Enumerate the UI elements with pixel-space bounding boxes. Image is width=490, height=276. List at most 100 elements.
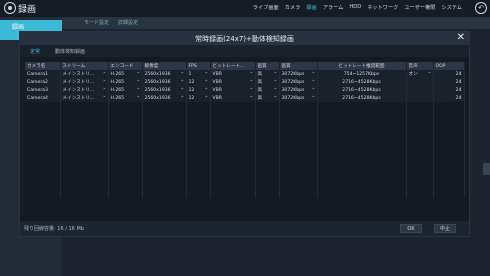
bitrate-select[interactable]: 3072Kbps bbox=[279, 78, 318, 86]
col-resolution: 解像度 bbox=[142, 62, 187, 70]
resolution-select[interactable]: 2560x1936 bbox=[142, 78, 187, 86]
resolution-select[interactable]: 2560x1936 bbox=[142, 86, 187, 94]
subtab-mode[interactable]: モード設定 bbox=[84, 19, 109, 26]
bitrate-select[interactable]: 3072Kbps bbox=[279, 70, 318, 78]
bitrate-type-select[interactable]: VBR bbox=[210, 78, 256, 86]
oop-value: 24 bbox=[433, 94, 465, 102]
empty-row bbox=[25, 110, 465, 118]
subtab-advanced[interactable]: 詳細設定 bbox=[118, 19, 138, 26]
quality-select[interactable]: 高 bbox=[255, 70, 280, 78]
bitrate-select[interactable]: 3072Kbps bbox=[279, 86, 318, 94]
bitrate-type-select[interactable]: VBR bbox=[210, 70, 256, 78]
empty-row bbox=[25, 174, 465, 182]
empty-row bbox=[25, 142, 465, 150]
app-title: 録画 bbox=[18, 5, 37, 15]
empty-row bbox=[25, 102, 465, 110]
col-fps: FPS bbox=[186, 62, 211, 70]
menu-item-hdd[interactable]: HDD bbox=[349, 4, 361, 11]
quality-select[interactable]: 高 bbox=[255, 86, 280, 94]
dialog-title: 常時録画(24x7)+動体検知録画 bbox=[195, 35, 294, 43]
oop-value: 24 bbox=[433, 86, 465, 94]
resolution-select[interactable]: 2560x1936 bbox=[142, 70, 187, 78]
subtab-bar: モード設定 詳細設定 bbox=[62, 17, 490, 29]
dialog-header: 常時録画(24x7)+動体検知録画 ✕ bbox=[20, 32, 469, 45]
bitrate-select[interactable]: 3072Kbps bbox=[279, 94, 318, 102]
oop-value: 24 bbox=[433, 78, 465, 86]
fps-select[interactable]: 1 bbox=[186, 70, 211, 78]
top-bar: 録画 ライブ画面 カメラ 録画 アラーム HDD ネットワーク ユーザー権限 シ… bbox=[0, 0, 490, 17]
quality-select[interactable]: 高 bbox=[255, 94, 280, 102]
cancel-button[interactable]: 中止 bbox=[434, 224, 456, 233]
stream-select[interactable]: メインストリ... bbox=[60, 78, 109, 86]
main-menu: ライブ画面 カメラ 録画 アラーム HDD ネットワーク ユーザー権限 システム bbox=[253, 4, 462, 11]
col-camera: カメラ名 bbox=[25, 62, 61, 70]
col-bitrate-type: ビットレート... bbox=[210, 62, 256, 70]
dialog-tabs: 定常 動体検知録画 bbox=[20, 45, 469, 57]
table-row: Camera2 メインストリ... H.265 2560x1936 12 VBR… bbox=[25, 78, 465, 86]
table-row: Camera4 メインストリ... H.265 2560x1936 12 VBR… bbox=[25, 94, 465, 102]
col-quality: 画質 bbox=[255, 62, 280, 70]
fps-select[interactable]: 12 bbox=[186, 94, 211, 102]
back-icon[interactable]: ↶ bbox=[475, 2, 487, 14]
close-icon[interactable]: ✕ bbox=[457, 32, 465, 44]
col-encode: エンコード bbox=[108, 62, 143, 70]
menu-item-network[interactable]: ネットワーク bbox=[367, 4, 398, 11]
quality-select[interactable]: 高 bbox=[255, 78, 280, 86]
empty-row bbox=[25, 166, 465, 174]
table-row: Camera3 メインストリ... H.265 2560x1936 12 VBR… bbox=[25, 86, 465, 94]
menu-item-system[interactable]: システム bbox=[441, 4, 462, 11]
encode-select[interactable]: H.265 bbox=[108, 70, 143, 78]
encode-select[interactable]: H.265 bbox=[108, 94, 143, 102]
menu-item-camera[interactable]: カメラ bbox=[285, 4, 301, 11]
encode-select[interactable]: H.265 bbox=[108, 86, 143, 94]
empty-row bbox=[25, 150, 465, 158]
menu-item-alarm[interactable]: アラーム bbox=[323, 4, 344, 11]
menu-item-user[interactable]: ユーザー権限 bbox=[404, 4, 435, 11]
audio-select[interactable] bbox=[406, 94, 434, 102]
empty-row bbox=[25, 134, 465, 142]
bitrate-type-select[interactable]: VBR bbox=[210, 94, 256, 102]
col-bitrate: 画質 bbox=[279, 62, 318, 70]
audio-select[interactable]: オン bbox=[406, 70, 434, 78]
col-audio: 音声 bbox=[406, 62, 434, 70]
camera-name: Camera2 bbox=[25, 78, 61, 86]
bitrate-range: 2716~4528Kbps bbox=[317, 86, 407, 94]
resolution-select[interactable]: 2560x1936 bbox=[142, 94, 187, 102]
camera-name: Camera3 bbox=[25, 86, 61, 94]
camera-name: Camera1 bbox=[25, 70, 61, 78]
oop-value: 24 bbox=[433, 70, 465, 78]
empty-row bbox=[25, 182, 465, 190]
empty-row bbox=[25, 118, 465, 126]
encode-select[interactable]: H.265 bbox=[108, 78, 143, 86]
menu-item-record[interactable]: 録画 bbox=[306, 4, 316, 11]
fps-select[interactable]: 12 bbox=[186, 86, 211, 94]
stream-select[interactable]: メインストリ... bbox=[60, 70, 109, 78]
empty-row bbox=[25, 190, 465, 198]
audio-select[interactable] bbox=[406, 86, 434, 94]
fps-select[interactable]: 12 bbox=[186, 78, 211, 86]
remaining-bandwidth: 残り回線容量: 16 / 16 Mb bbox=[24, 226, 84, 232]
col-stream: ストリーム bbox=[60, 62, 109, 70]
stream-select[interactable]: メインストリ... bbox=[60, 86, 109, 94]
table-row: Camera1 メインストリ... H.265 2560x1936 1 VBR … bbox=[25, 70, 465, 78]
empty-row bbox=[25, 158, 465, 166]
col-oop: OOP bbox=[433, 62, 465, 70]
camera-table: カメラ名 ストリーム エンコード 解像度 FPS ビットレート... 画質 画質… bbox=[25, 62, 465, 214]
empty-row bbox=[25, 126, 465, 134]
camera-name: Camera4 bbox=[25, 94, 61, 102]
record-settings-dialog: 常時録画(24x7)+動体検知録画 ✕ 定常 動体検知録画 カメラ名 ストリーム… bbox=[19, 31, 470, 237]
bitrate-range: 2716~4528Kbps bbox=[317, 94, 407, 102]
stream-select[interactable]: メインストリ... bbox=[60, 94, 109, 102]
scrollbar[interactable] bbox=[483, 163, 490, 175]
dialog-footer: 残り回線容量: 16 / 16 Mb OK 中止 bbox=[20, 221, 469, 236]
col-bitrate-range: ビットレート推奨範囲 bbox=[317, 62, 407, 70]
record-icon bbox=[4, 2, 16, 14]
audio-select[interactable] bbox=[406, 78, 434, 86]
bitrate-range: 2716~4528Kbps bbox=[317, 78, 407, 86]
table-header: カメラ名 ストリーム エンコード 解像度 FPS ビットレート... 画質 画質… bbox=[25, 62, 465, 70]
ok-button[interactable]: OK bbox=[400, 224, 422, 233]
tab-motion[interactable]: 動体検知録画 bbox=[55, 48, 85, 55]
menu-item-live[interactable]: ライブ画面 bbox=[253, 4, 279, 11]
tab-normal[interactable]: 定常 bbox=[30, 48, 40, 55]
bitrate-type-select[interactable]: VBR bbox=[210, 86, 256, 94]
